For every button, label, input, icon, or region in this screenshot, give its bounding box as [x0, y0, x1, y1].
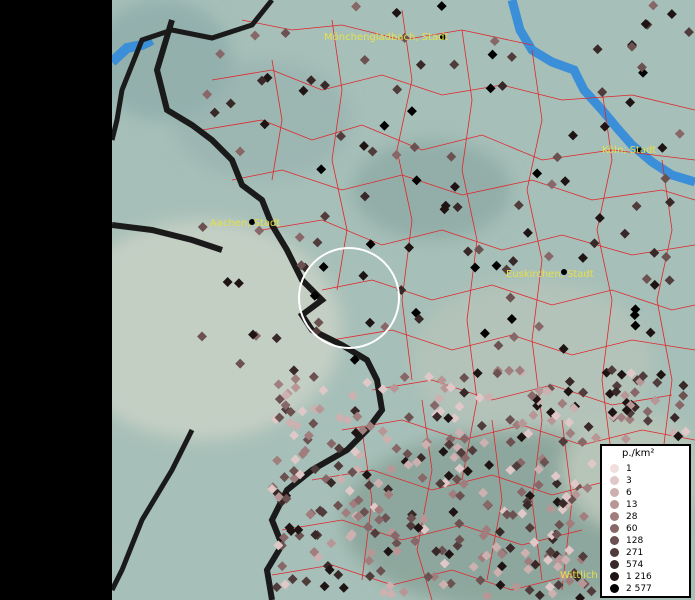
left-margin	[0, 0, 112, 600]
city-koln: Köln, Stadt	[602, 145, 656, 156]
legend-entry: 3	[610, 475, 632, 487]
legend-title: p./km²	[622, 448, 655, 459]
legend-swatch	[610, 488, 619, 497]
legend-swatch	[610, 464, 619, 473]
legend-label: 3	[626, 476, 632, 486]
legend-label: 13	[626, 500, 638, 510]
legend-swatch	[610, 548, 619, 557]
legend-label: 1 216	[626, 572, 652, 582]
legend-swatch	[610, 476, 619, 485]
legend-swatch	[610, 536, 619, 545]
legend: p./km² 1 3 6 13 28 60 128 271 574 1 216 2 577	[600, 444, 691, 598]
legend-entry: 1	[610, 463, 632, 475]
legend-label: 271	[626, 548, 644, 558]
legend-label: 128	[626, 536, 644, 546]
legend-swatch	[610, 500, 619, 509]
legend-entry: 271	[610, 547, 644, 559]
legend-swatch	[610, 572, 619, 581]
city-label: Wittlich	[560, 570, 598, 581]
city-label: Köln, Stadt	[602, 145, 656, 156]
legend-label: 574	[626, 560, 644, 570]
city-monchengladbach: Mönchengladbach, Stadt	[324, 32, 448, 43]
legend-entry: 6	[610, 487, 632, 499]
legend-label: 2 577	[626, 584, 652, 594]
legend-swatch	[610, 524, 619, 533]
city-aachen: Aachen, Stadt	[210, 218, 280, 229]
legend-entry: 13	[610, 499, 638, 511]
city-label: Euskirchen, Stadt	[506, 269, 594, 280]
city-label: Mönchengladbach, Stadt	[324, 32, 448, 43]
city-euskirchen: Euskirchen, Stadt	[506, 269, 594, 280]
legend-swatch	[610, 560, 619, 569]
legend-entry: 128	[610, 535, 644, 547]
legend-swatch	[610, 512, 619, 521]
legend-entry: 2 577	[610, 583, 652, 595]
legend-entry: 28	[610, 511, 638, 523]
legend-entry: 574	[610, 559, 644, 571]
legend-label: 1	[626, 464, 632, 474]
legend-label: 28	[626, 512, 638, 522]
legend-entry: 1 216	[610, 571, 652, 583]
legend-swatch	[610, 584, 619, 593]
legend-entry: 60	[610, 523, 638, 535]
legend-label: 6	[626, 488, 632, 498]
legend-label: 60	[626, 524, 638, 534]
city-wittlich: Wittlich	[560, 570, 598, 581]
city-label: Aachen, Stadt	[210, 218, 280, 229]
